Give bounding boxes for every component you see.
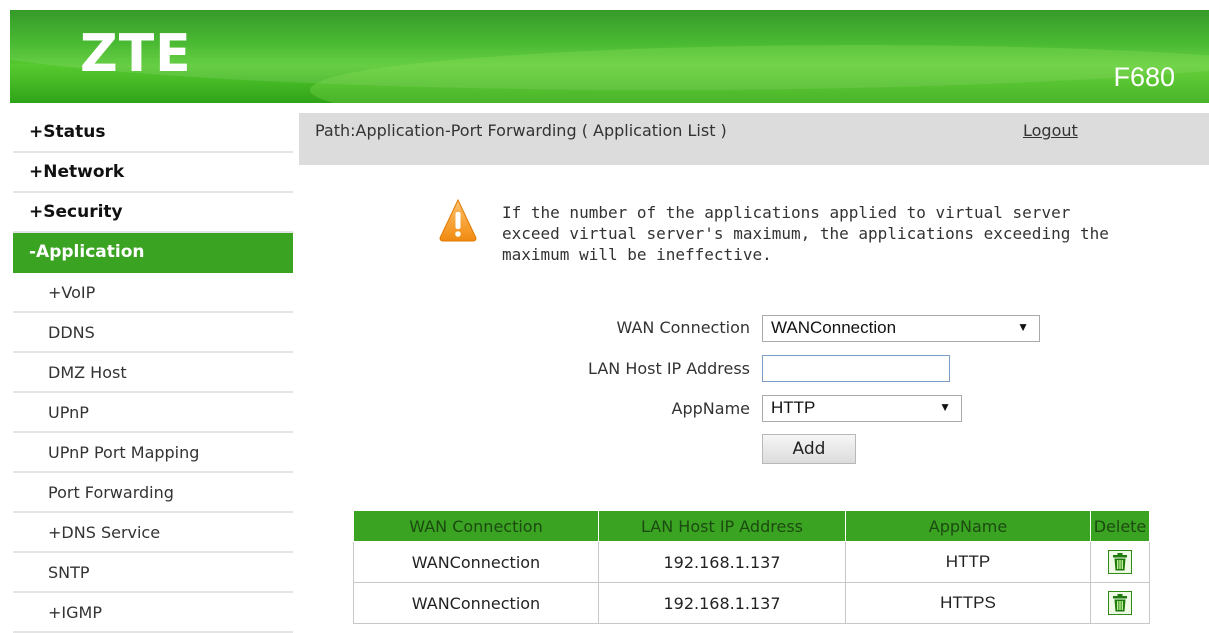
column-header: WAN Connection (353, 510, 599, 542)
dropdown-arrow-icon: ▼ (1017, 320, 1029, 334)
sidebar-item-label: +VoIP (48, 282, 96, 302)
delete-icon[interactable] (1108, 591, 1132, 615)
sidebar-item-dns-service[interactable]: +DNS Service (13, 513, 293, 553)
sidebar-item-label: +IGMP (48, 602, 102, 622)
add-button[interactable]: Add (762, 434, 856, 464)
sidebar-item-label: UPnP (48, 402, 89, 422)
sidebar-item-label: +DNS Service (48, 522, 161, 542)
wan-connection-select[interactable]: WANConnection ▼ (762, 315, 1040, 342)
sidebar-item-security[interactable]: +Security (13, 193, 293, 233)
table-row: WANConnection 192.168.1.137 HTTP (353, 541, 1150, 583)
model-name: F680 (1113, 62, 1175, 92)
sidebar-item-label: +Network (29, 162, 125, 182)
delete-cell (1090, 582, 1150, 624)
ip-cell: 192.168.1.137 (598, 582, 846, 624)
sidebar-item-upnp-port-mapping[interactable]: UPnP Port Mapping (13, 433, 293, 473)
sidebar-item-dmz-host[interactable]: DMZ Host (13, 353, 293, 393)
sidebar-item-label: DDNS (48, 322, 95, 342)
sidebar-item-label: SNTP (48, 562, 90, 582)
header-banner: ZTE F680 (10, 10, 1209, 103)
table-header-row: WAN Connection LAN Host IP Address AppNa… (353, 510, 1150, 542)
sidebar-item-voip[interactable]: +VoIP (13, 273, 293, 313)
appname-value: HTTP (771, 398, 816, 417)
sidebar-item-status[interactable]: +Status (13, 113, 293, 153)
ip-cell: 192.168.1.137 (598, 541, 846, 583)
sidebar-item-label: -Application (29, 242, 145, 262)
sidebar-item-label: Port Forwarding (48, 482, 174, 502)
path-bar: Path:Application-Port Forwarding ( Appli… (299, 113, 1209, 165)
lan-host-ip-label: LAN Host IP Address (588, 359, 750, 378)
breadcrumb: Path:Application-Port Forwarding ( Appli… (315, 121, 727, 140)
logout-link[interactable]: Logout (1023, 121, 1078, 140)
dropdown-arrow-icon: ▼ (939, 400, 951, 414)
wan-cell: WANConnection (353, 582, 599, 624)
sidebar-item-label: +Status (29, 122, 106, 142)
sidebar-item-sntp[interactable]: SNTP (13, 553, 293, 593)
table-row: WANConnection 192.168.1.137 HTTPS (353, 582, 1150, 624)
sidebar-item-igmp[interactable]: +IGMP (13, 593, 293, 633)
column-header: Delete (1090, 510, 1150, 542)
sidebar-item-label: DMZ Host (48, 362, 127, 382)
sidebar-item-upnp[interactable]: UPnP (13, 393, 293, 433)
column-header: AppName (845, 510, 1091, 542)
wan-connection-value: WANConnection (771, 318, 897, 337)
lan-host-ip-input[interactable] (762, 355, 950, 382)
appname-select[interactable]: HTTP ▼ (762, 395, 962, 422)
appname-cell: HTTP (845, 541, 1091, 583)
delete-icon[interactable] (1108, 550, 1132, 574)
wan-cell: WANConnection (353, 541, 599, 583)
sidebar-item-label: +Security (29, 202, 123, 222)
appname-cell: HTTPS (845, 582, 1091, 624)
sidebar: +Status +Network +Security -Application … (13, 113, 293, 633)
sidebar-item-port-forwarding[interactable]: Port Forwarding (13, 473, 293, 513)
sidebar-item-application[interactable]: -Application (13, 233, 293, 273)
sidebar-item-ddns[interactable]: DDNS (13, 313, 293, 353)
appname-label: AppName (671, 399, 750, 418)
wan-connection-label: WAN Connection (616, 318, 750, 337)
sidebar-item-label: UPnP Port Mapping (48, 442, 200, 462)
application-list-table: WAN Connection LAN Host IP Address AppNa… (353, 510, 1150, 624)
warning-icon (439, 198, 477, 242)
warning-message: If the number of the applications applie… (502, 203, 1109, 264)
brand-logo: ZTE (80, 24, 192, 84)
column-header: LAN Host IP Address (598, 510, 846, 542)
sidebar-item-network[interactable]: +Network (13, 153, 293, 193)
delete-cell (1090, 541, 1150, 583)
